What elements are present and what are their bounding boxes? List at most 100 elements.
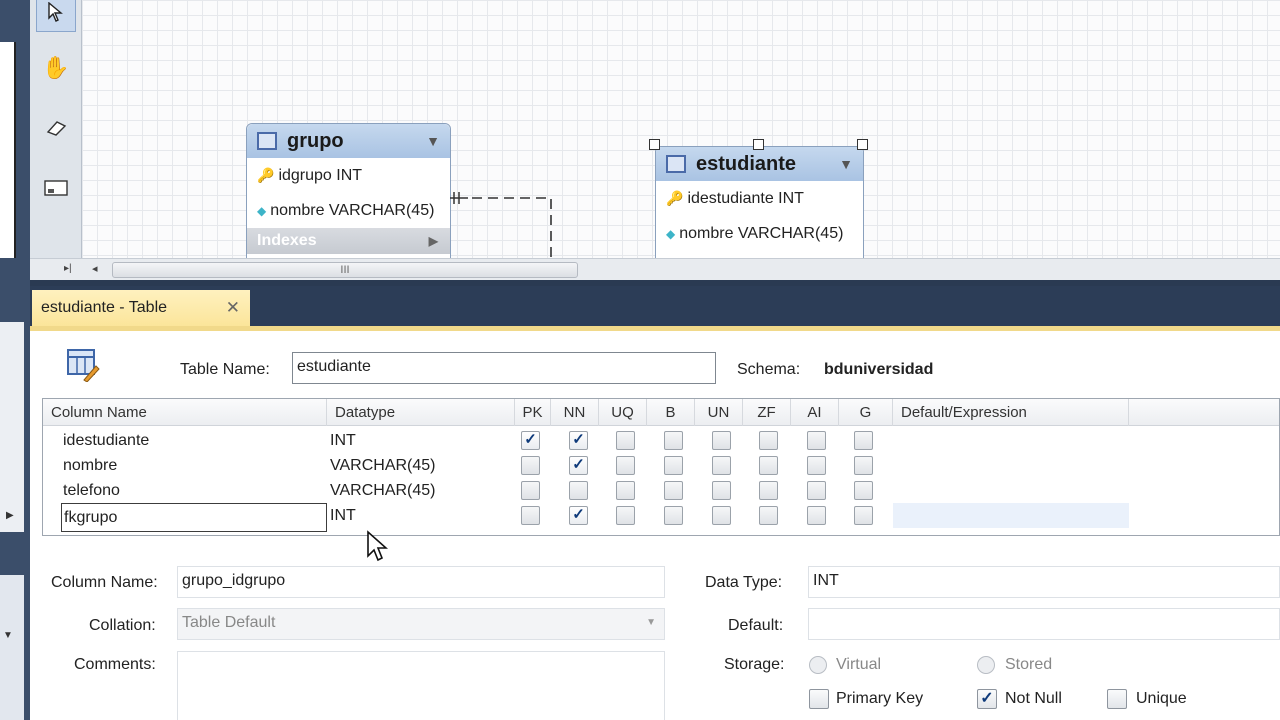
expand-arrow-icon[interactable]: ▶ xyxy=(429,234,438,248)
flag-checkbox-b[interactable] xyxy=(664,506,683,525)
diagram-canvas[interactable]: grupo ▼ 🔑 idgrupo INT ◆ nombre VARCHAR(4… xyxy=(82,0,1280,258)
resize-handle[interactable] xyxy=(753,139,764,150)
header-b[interactable]: B xyxy=(647,399,695,426)
resize-handle[interactable] xyxy=(857,139,868,150)
flag-checkbox-un[interactable] xyxy=(712,481,731,500)
resize-handle[interactable] xyxy=(649,139,660,150)
dropdown-arrow-icon[interactable]: ▼ xyxy=(426,133,440,149)
tab-estudiante-table[interactable]: estudiante - Table ✕ xyxy=(32,290,250,326)
dropdown-arrow-icon[interactable]: ▼ xyxy=(839,156,853,172)
flag-checkbox-b[interactable] xyxy=(664,431,683,450)
header-uq[interactable]: UQ xyxy=(599,399,647,426)
flag-checkbox-pk[interactable] xyxy=(521,506,540,525)
flag-checkbox-uq[interactable] xyxy=(616,456,635,475)
flag-checkbox-zf[interactable] xyxy=(759,506,778,525)
table-row[interactable]: telefono VARCHAR(45) xyxy=(43,478,1279,503)
flag-checkbox-pk[interactable] xyxy=(521,481,540,500)
columns-grid[interactable]: Column Name Datatype PK NN UQ B UN ZF AI… xyxy=(42,398,1280,536)
flag-checkbox-g[interactable] xyxy=(854,506,873,525)
relationship-line[interactable] xyxy=(450,190,560,258)
cell-column-name[interactable]: telefono xyxy=(63,478,120,503)
entity-estudiante[interactable]: estudiante ▼ 🔑 idestudiante INT ◆ nombre… xyxy=(655,146,864,258)
flag-checkbox-un[interactable] xyxy=(712,506,731,525)
flag-checkbox-ai[interactable] xyxy=(807,456,826,475)
comments-textarea[interactable] xyxy=(177,651,665,720)
flag-checkbox-b[interactable] xyxy=(664,456,683,475)
flag-checkbox-nn[interactable] xyxy=(569,481,588,500)
hand-icon: ✋ xyxy=(42,55,70,80)
flag-checkbox-un[interactable] xyxy=(712,456,731,475)
virtual-radio[interactable] xyxy=(809,656,827,674)
flag-checkbox-zf[interactable] xyxy=(759,431,778,450)
eraser-icon xyxy=(46,121,67,136)
flag-checkbox-nn[interactable]: ✓ xyxy=(569,431,588,450)
flag-checkbox-un[interactable] xyxy=(712,431,731,450)
table-row[interactable]: nombre VARCHAR(45) ✓ xyxy=(43,453,1279,478)
flag-checkbox-g[interactable] xyxy=(854,456,873,475)
expand-arrow-icon[interactable]: ▶ xyxy=(6,510,14,521)
horizontal-scrollbar[interactable]: ▸| ◂ III xyxy=(30,258,1280,280)
cell-datatype[interactable]: INT xyxy=(330,428,356,453)
primary-key-checkbox[interactable] xyxy=(809,689,829,709)
table-icon xyxy=(257,132,277,150)
entity-grupo[interactable]: grupo ▼ 🔑 idgrupo INT ◆ nombre VARCHAR(4… xyxy=(246,123,451,258)
flag-checkbox-ai[interactable] xyxy=(807,481,826,500)
data-type-input[interactable]: INT xyxy=(808,566,1280,598)
flag-checkbox-g[interactable] xyxy=(854,481,873,500)
cell-datatype[interactable]: INT xyxy=(330,503,356,528)
cell-column-name[interactable]: idestudiante xyxy=(63,428,149,453)
collation-select[interactable]: Table Default ▼ xyxy=(177,608,665,640)
layer-icon xyxy=(44,180,68,196)
flag-checkbox-ai[interactable] xyxy=(807,506,826,525)
flag-checkbox-pk[interactable]: ✓ xyxy=(521,431,540,450)
not-null-checkbox[interactable]: ✓ xyxy=(977,689,997,709)
eraser-tool[interactable] xyxy=(36,108,76,148)
flag-checkbox-zf[interactable] xyxy=(759,481,778,500)
cell-datatype[interactable]: VARCHAR(45) xyxy=(330,478,436,503)
header-datatype[interactable]: Datatype xyxy=(327,399,515,426)
table-name-input[interactable]: estudiante xyxy=(292,352,716,384)
hand-tool[interactable]: ✋ xyxy=(36,48,76,88)
flag-checkbox-b[interactable] xyxy=(664,481,683,500)
flag-checkbox-ai[interactable] xyxy=(807,431,826,450)
flag-checkbox-g[interactable] xyxy=(854,431,873,450)
column-name-input[interactable]: grupo_idgrupo xyxy=(177,566,665,598)
unique-checkbox[interactable] xyxy=(1107,689,1127,709)
header-nn[interactable]: NN xyxy=(551,399,599,426)
table-row[interactable]: idestudiante INT ✓ ✓ xyxy=(43,428,1279,453)
cell-datatype[interactable]: VARCHAR(45) xyxy=(330,453,436,478)
default-label: Default: xyxy=(728,617,784,634)
table-row[interactable]: fkgrupo INT ✓ xyxy=(43,503,1279,532)
flag-checkbox-uq[interactable] xyxy=(616,481,635,500)
header-zf[interactable]: ZF xyxy=(743,399,791,426)
flag-checkbox-uq[interactable] xyxy=(616,431,635,450)
primary-key-label: Primary Key xyxy=(836,690,924,707)
header-pk[interactable]: PK xyxy=(515,399,551,426)
left-panel-content xyxy=(0,42,16,258)
header-un[interactable]: UN xyxy=(695,399,743,426)
cell-column-name[interactable]: nombre xyxy=(63,453,117,478)
header-ai[interactable]: AI xyxy=(791,399,839,426)
column-name-label: Column Name: xyxy=(51,574,158,591)
stored-radio[interactable] xyxy=(977,656,995,674)
header-column-name[interactable]: Column Name xyxy=(43,399,327,426)
pointer-tool[interactable] xyxy=(36,0,76,32)
flag-checkbox-nn[interactable]: ✓ xyxy=(569,456,588,475)
indexes-section[interactable]: Indexes ▶ xyxy=(247,228,450,254)
column-text: idgrupo INT xyxy=(278,166,363,184)
scroll-thumb[interactable]: III xyxy=(112,262,578,278)
comments-label: Comments: xyxy=(74,656,156,673)
flag-checkbox-nn[interactable]: ✓ xyxy=(569,506,588,525)
flag-checkbox-uq[interactable] xyxy=(616,506,635,525)
flag-checkbox-pk[interactable] xyxy=(521,456,540,475)
column-name-edit-input[interactable]: fkgrupo xyxy=(61,503,327,532)
header-g[interactable]: G xyxy=(839,399,893,426)
default-input[interactable] xyxy=(808,608,1280,640)
close-icon[interactable]: ✕ xyxy=(226,298,240,318)
header-default-expression[interactable]: Default/Expression xyxy=(893,399,1129,426)
scroll-left-icon[interactable]: ◂ xyxy=(92,262,98,275)
panel-toggle-icon[interactable]: ▸| xyxy=(64,263,72,274)
layer-tool[interactable] xyxy=(36,168,76,208)
flag-checkbox-zf[interactable] xyxy=(759,456,778,475)
dropdown-arrow-icon[interactable]: ▼ xyxy=(3,630,13,641)
